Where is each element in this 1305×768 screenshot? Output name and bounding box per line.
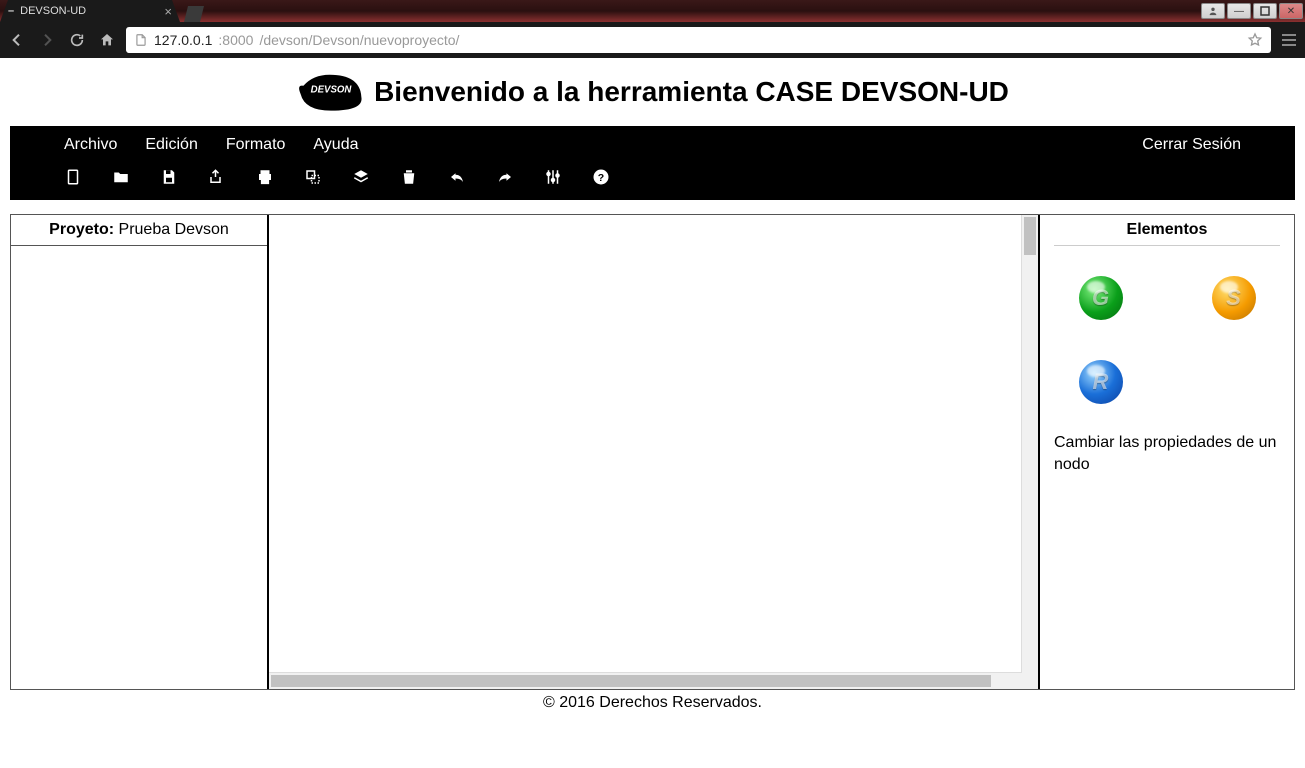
address-bar[interactable]: 127.0.0.1 :8000/devson/Devson/nuevoproyec… — [126, 27, 1271, 53]
project-label: Proyeto: — [49, 221, 114, 238]
element-orange[interactable]: S — [1212, 276, 1256, 320]
element-blue[interactable]: R — [1079, 360, 1123, 404]
page-footer: © 2016 Derechos Reservados. — [0, 690, 1305, 724]
settings-sliders-icon[interactable] — [544, 168, 562, 186]
elements-panel: Elementos G S R Cambiar las propiedades … — [1038, 215, 1294, 689]
logout-link[interactable]: Cerrar Sesión — [1142, 136, 1241, 154]
menu-archivo[interactable]: Archivo — [64, 136, 117, 154]
open-folder-icon[interactable] — [112, 168, 130, 186]
tab-title: DEVSON-UD — [20, 5, 86, 17]
undo-icon[interactable] — [448, 168, 466, 186]
menu-edicion[interactable]: Edición — [145, 136, 197, 154]
browser-tab[interactable]: – DEVSON-UD × — [0, 0, 180, 22]
page-title: Bienvenido a la herramienta CASE DEVSON-… — [374, 76, 1009, 108]
trash-icon[interactable] — [400, 168, 418, 186]
share-icon[interactable] — [208, 168, 226, 186]
layers-icon[interactable] — [352, 168, 370, 186]
url-path: /devson/Devson/nuevoproyecto/ — [259, 32, 459, 48]
window-maximize-button[interactable] — [1253, 3, 1277, 19]
tab-close-icon[interactable]: × — [164, 4, 172, 19]
vertical-scrollbar-thumb[interactable] — [1024, 217, 1036, 255]
app-toolbar: Archivo Edición Formato Ayuda Cerrar Ses… — [10, 126, 1295, 200]
url-host: 127.0.0.1 — [154, 32, 212, 48]
back-button[interactable] — [6, 29, 28, 51]
save-icon[interactable] — [160, 168, 178, 186]
bookmark-star-icon[interactable] — [1247, 32, 1263, 48]
window-minimize-button[interactable]: — — [1227, 3, 1251, 19]
page-icon — [134, 33, 148, 47]
window-user-button[interactable] — [1201, 3, 1225, 19]
help-icon[interactable]: ? — [592, 168, 610, 186]
browser-toolbar: 127.0.0.1 :8000/devson/Devson/nuevoproyec… — [0, 22, 1305, 58]
project-panel: Proyeto: Prueba Devson — [11, 215, 269, 689]
page-header: DEVSON Bienvenido a la herramienta CASE … — [0, 58, 1305, 126]
tab-indicator-icon: – — [8, 5, 14, 17]
url-port: :8000 — [218, 32, 253, 48]
menu-ayuda[interactable]: Ayuda — [313, 136, 358, 154]
menu-formato[interactable]: Formato — [226, 136, 286, 154]
reload-button[interactable] — [66, 29, 88, 51]
os-window-titlebar: – DEVSON-UD × — ✕ — [0, 0, 1305, 22]
workspace: Proyeto: Prueba Devson Elementos G S R C… — [10, 214, 1295, 690]
new-tab-button[interactable] — [184, 6, 204, 22]
project-header: Proyeto: Prueba Devson — [11, 215, 267, 246]
home-button[interactable] — [96, 29, 118, 51]
svg-text:DEVSON: DEVSON — [311, 85, 353, 96]
elements-title: Elementos — [1054, 215, 1280, 246]
project-name: Prueba Devson — [119, 221, 229, 238]
menu-bar: Archivo Edición Formato Ayuda Cerrar Ses… — [10, 126, 1295, 164]
elements-hint: Cambiar las propiedades de un nodo — [1054, 432, 1280, 475]
svg-text:?: ? — [598, 172, 604, 184]
new-file-icon[interactable] — [64, 168, 82, 186]
print-icon[interactable] — [256, 168, 274, 186]
devson-logo: DEVSON — [296, 72, 366, 112]
canvas-panel[interactable] — [269, 215, 1038, 689]
redo-icon[interactable] — [496, 168, 514, 186]
horizontal-scrollbar-thumb[interactable] — [271, 675, 991, 687]
forward-button[interactable] — [36, 29, 58, 51]
browser-menu-button[interactable] — [1279, 34, 1299, 46]
copy-special-icon[interactable] — [304, 168, 322, 186]
element-green[interactable]: G — [1079, 276, 1123, 320]
icon-toolbar: ? — [10, 164, 1295, 200]
window-close-button[interactable]: ✕ — [1279, 3, 1303, 19]
